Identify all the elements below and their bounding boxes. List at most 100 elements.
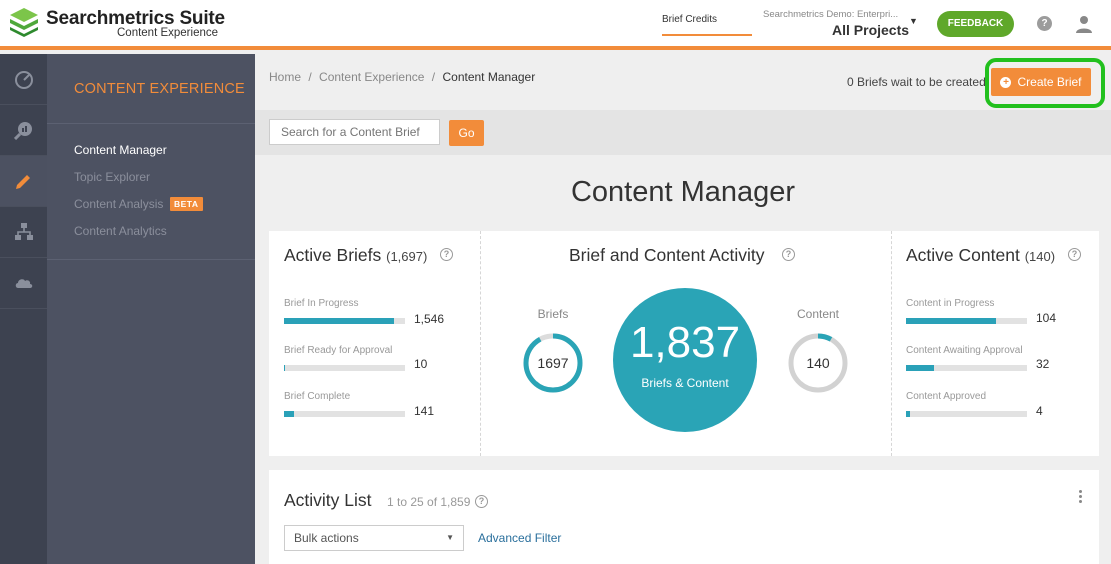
total-circle: 1,837 Briefs & Content <box>613 288 757 432</box>
brief-credits-underline <box>662 34 752 36</box>
bar-fill <box>284 318 395 324</box>
content-in-progress-bar <box>906 318 1027 324</box>
help-icon[interactable]: ? <box>1037 16 1052 31</box>
rail-item-content[interactable] <box>0 156 47 207</box>
sidebar: CONTENT EXPERIENCE Content Manager Topic… <box>47 54 255 564</box>
sidebar-divider <box>47 259 255 260</box>
content-approved-value: 4 <box>1036 404 1043 418</box>
rail-item-cloud[interactable] <box>0 258 47 309</box>
user-icon[interactable] <box>1075 15 1093 33</box>
caret-down-icon[interactable]: ▼ <box>909 16 918 26</box>
total-value: 1,837 <box>629 318 741 367</box>
search-bar: Go <box>255 110 1111 155</box>
content-in-progress-label: Content in Progress <box>906 298 995 309</box>
content-in-progress-value: 104 <box>1036 311 1057 325</box>
caret-down-icon: ▼ <box>446 533 454 542</box>
search-input[interactable] <box>269 119 440 145</box>
sidebar-item-content-analysis[interactable]: Content Analysis <box>74 197 163 211</box>
rail-item-research[interactable] <box>0 105 47 156</box>
rail-item-dashboard[interactable] <box>0 54 47 105</box>
page-title: Content Manager <box>570 176 796 208</box>
stats-card: Active Briefs (1,697) ? Brief In Progres… <box>269 231 1099 456</box>
brief-complete-bar <box>284 411 405 417</box>
speedometer-icon <box>14 71 33 89</box>
brief-ready-label: Brief Ready for Approval <box>284 345 393 356</box>
help-icon[interactable]: ? <box>440 248 453 261</box>
sidebar-item-content-analytics[interactable]: Content Analytics <box>74 224 167 238</box>
bar-fill <box>906 365 934 371</box>
bar-fill <box>906 411 910 417</box>
top-bar: Searchmetrics Suite Content Experience B… <box>0 0 1111 50</box>
content-approved-label: Content Approved <box>906 391 987 402</box>
active-briefs-count: (1,697) <box>386 249 428 264</box>
briefs-donut-label: Briefs <box>537 307 569 321</box>
help-icon[interactable]: ? <box>1068 248 1081 261</box>
active-content-count: (140) <box>1024 249 1056 264</box>
search-analytics-icon <box>13 122 32 140</box>
content-awaiting-label: Content Awaiting Approval <box>906 345 1023 356</box>
sidebar-divider <box>47 123 255 124</box>
bar-fill <box>906 318 996 324</box>
brief-ready-bar <box>284 365 405 371</box>
briefs-donut: 1697 <box>523 333 583 393</box>
create-brief-button[interactable]: + Create Brief <box>991 68 1091 96</box>
bulk-actions-select[interactable]: Bulk actions ▼ <box>284 525 464 551</box>
content-approved-bar <box>906 411 1027 417</box>
column-divider <box>480 231 481 456</box>
sidebar-title: CONTENT EXPERIENCE <box>74 81 245 97</box>
total-label: Briefs & Content <box>641 376 729 390</box>
breadcrumb-separator: / <box>308 70 312 84</box>
activity-list-card: Activity List 1 to 25 of 1,859 ? Bulk ac… <box>269 470 1099 564</box>
sitemap-icon <box>14 223 33 240</box>
active-briefs-title: Active Briefs (1,697) <box>284 245 427 266</box>
brief-in-progress-label: Brief In Progress <box>284 298 359 309</box>
breadcrumb: Home / Content Experience / Content Mana… <box>269 70 535 84</box>
brief-in-progress-bar <box>284 318 405 324</box>
main-content: Home / Content Experience / Content Mana… <box>255 54 1111 564</box>
breadcrumb-separator: / <box>431 70 436 84</box>
pencil-icon <box>15 175 30 189</box>
sidebar-item-content-manager[interactable]: Content Manager <box>74 143 167 157</box>
brief-ready-value: 10 <box>414 357 428 371</box>
brief-in-progress-value: 1,546 <box>414 312 445 326</box>
brief-credits-link[interactable]: Brief Credits <box>662 14 717 25</box>
active-content-label: Active Content <box>906 245 1020 265</box>
content-donut: 140 <box>788 333 848 393</box>
feedback-button[interactable]: FEEDBACK <box>937 11 1014 37</box>
breadcrumb-home[interactable]: Home <box>269 70 301 84</box>
bulk-actions-label: Bulk actions <box>294 531 359 545</box>
help-icon[interactable]: ? <box>782 248 795 261</box>
more-options-icon[interactable] <box>1077 490 1083 506</box>
bar-fill <box>284 411 294 417</box>
create-brief-label: Create Brief <box>1017 75 1082 89</box>
rail-item-structure[interactable] <box>0 207 47 258</box>
advanced-filter-link[interactable]: Advanced Filter <box>478 531 561 545</box>
sidebar-item-topic-explorer[interactable]: Topic Explorer <box>74 170 150 184</box>
project-account[interactable]: Searchmetrics Demo: Enterpri... <box>763 9 898 20</box>
briefs-donut-value: 1697 <box>537 355 568 371</box>
go-button[interactable]: Go <box>449 120 484 146</box>
content-donut-value: 140 <box>806 355 830 371</box>
activity-list-title: Activity List <box>284 490 372 510</box>
activity-title: Brief and Content Activity <box>569 245 765 265</box>
content-awaiting-bar <box>906 365 1027 371</box>
breadcrumb-section[interactable]: Content Experience <box>319 70 424 84</box>
cloud-icon <box>15 279 32 288</box>
column-divider <box>891 231 892 456</box>
breadcrumb-current: Content Manager <box>442 70 536 84</box>
briefs-wait-message: 0 Briefs wait to be created <box>847 75 986 89</box>
plus-icon: + <box>1000 76 1012 88</box>
bar-fill <box>284 365 286 371</box>
activity-list-range: 1 to 25 of 1,859 <box>387 495 471 509</box>
content-donut-label: Content <box>796 307 840 321</box>
searchmetrics-logo-icon[interactable] <box>8 6 40 38</box>
active-briefs-label: Active Briefs <box>284 245 382 265</box>
brief-complete-value: 141 <box>414 404 435 418</box>
project-selector[interactable]: All Projects <box>832 22 909 38</box>
icon-rail <box>0 54 47 564</box>
active-content-title: Active Content (140) <box>906 245 1055 266</box>
brief-complete-label: Brief Complete <box>284 391 351 402</box>
content-awaiting-value: 32 <box>1036 357 1050 371</box>
brand-subtitle: Content Experience <box>117 27 219 39</box>
help-icon[interactable]: ? <box>475 495 488 508</box>
